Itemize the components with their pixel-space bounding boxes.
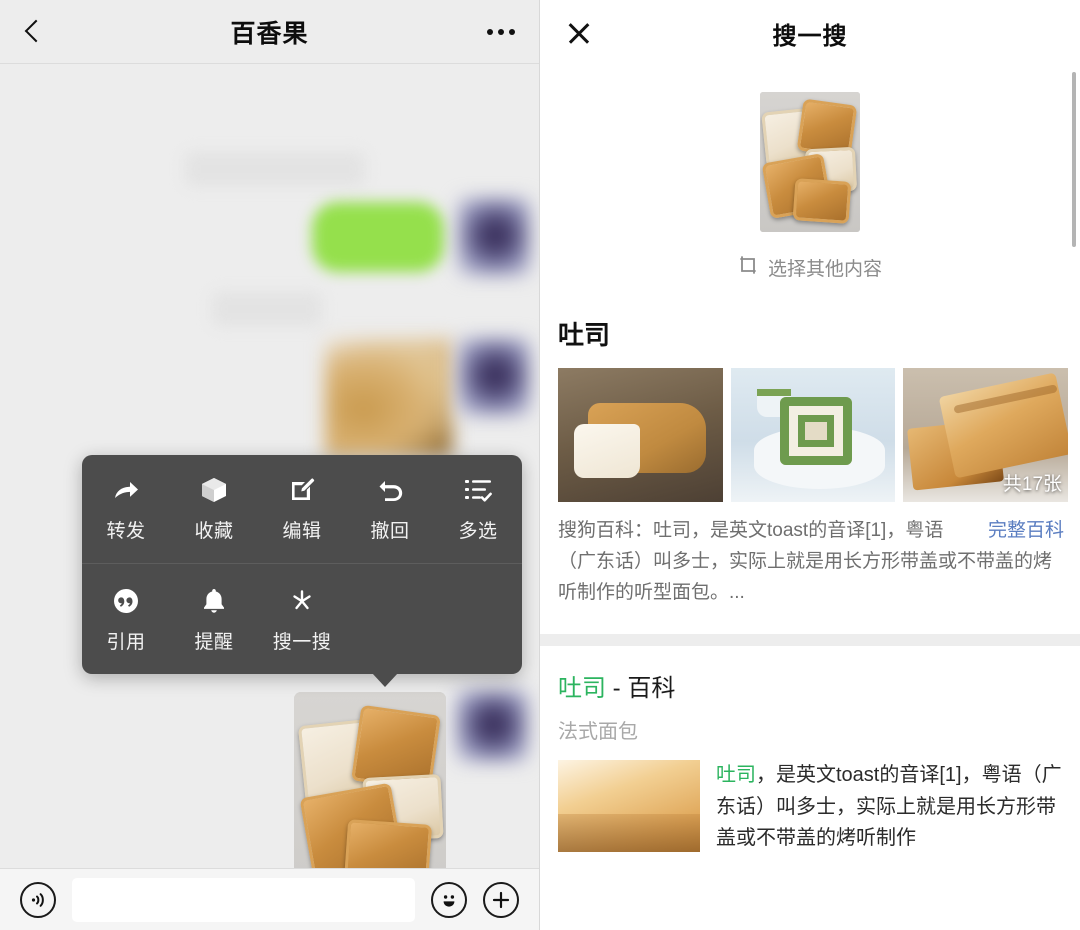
- search-result-item[interactable]: 吐司 - 百科 法式面包 吐司，是英文toast的音译[1]，粤语（广东话）叫多…: [540, 646, 1080, 855]
- section-divider: [540, 634, 1080, 647]
- close-icon[interactable]: [564, 18, 594, 48]
- chat-panel: 百香果 转发 收藏 编辑 撤回 多选 引用 提醒 搜一搜: [0, 0, 540, 930]
- action-remind[interactable]: 提醒: [170, 584, 258, 660]
- quote-bubble-icon: [109, 586, 143, 616]
- result-description-highlight: 吐司: [716, 764, 756, 787]
- thumbnail-item[interactable]: [730, 368, 896, 502]
- snippet-block: 完整百科 搜狗百科：吐司，是英文toast的音译[1]，粤语（广东话）叫多士，实…: [540, 502, 1080, 608]
- search-header: 搜一搜: [540, 0, 1080, 66]
- blurred-message: [212, 292, 322, 326]
- action-search[interactable]: 搜一搜: [258, 584, 346, 660]
- action-label: 撤回: [370, 521, 410, 542]
- bread-loaf-big-art: [558, 760, 700, 853]
- bread-loaf-art: [558, 368, 723, 502]
- blurred-message: [185, 152, 365, 186]
- result-title-rest: - 百科: [606, 675, 676, 703]
- action-label: 转发: [106, 521, 146, 542]
- action-multi-select[interactable]: 多选: [434, 473, 522, 549]
- result-description-rest: ，是英文toast的音译[1]，粤语（广东话）叫多士，实际上就是用长方形带盖或不…: [716, 764, 1062, 850]
- forward-arrow-icon: [109, 475, 143, 505]
- result-title: 吐司 - 百科: [558, 668, 1062, 703]
- section-title: 吐司: [558, 320, 611, 350]
- plus-more-icon[interactable]: [483, 881, 519, 918]
- query-toast-art: [760, 92, 860, 232]
- avatar: [456, 690, 528, 762]
- thumbnail-badge: 共17张: [1002, 474, 1063, 495]
- query-image-block: 选择其他内容: [540, 66, 1080, 281]
- action-label: 编辑: [282, 521, 322, 542]
- action-menu-row-1: 转发 收藏 编辑 撤回 多选: [82, 473, 522, 549]
- thumbnail-row: 共17张: [540, 368, 1080, 502]
- back-chevron-icon[interactable]: [22, 19, 48, 45]
- pick-other-content-label: 选择其他内容: [767, 259, 882, 280]
- chat-message-list: 转发 收藏 编辑 撤回 多选 引用 提醒 搜一搜: [0, 64, 539, 897]
- action-menu-row-2: 引用 提醒 搜一搜: [82, 563, 522, 660]
- emoji-smiley-icon[interactable]: [431, 881, 467, 918]
- message-action-menu: 转发 收藏 编辑 撤回 多选 引用 提醒 搜一搜: [82, 455, 522, 687]
- app-root: 百香果 转发 收藏 编辑 撤回 多选 引用 提醒 搜一搜 搜一搜 选择其他内容 …: [0, 0, 1080, 930]
- result-thumbnail[interactable]: [558, 760, 700, 853]
- more-options-icon[interactable]: [485, 21, 517, 43]
- scrollbar[interactable]: [1072, 72, 1076, 247]
- bell-reminder-icon: [197, 586, 231, 616]
- action-quote[interactable]: 引用: [82, 584, 170, 660]
- action-label: 搜一搜: [272, 632, 332, 653]
- result-title-highlight: 吐司: [558, 675, 606, 703]
- action-edit[interactable]: 编辑: [258, 473, 346, 549]
- blurred-photo-message: [325, 338, 453, 456]
- matcha-toast-art: [730, 368, 896, 502]
- avatar: [458, 338, 530, 416]
- action-label: 收藏: [194, 521, 234, 542]
- chat-input-bar: [0, 868, 539, 930]
- query-image[interactable]: [760, 92, 860, 232]
- voice-message-icon[interactable]: [20, 881, 56, 918]
- box-favorite-icon: [197, 475, 231, 505]
- thumbnail-item[interactable]: 共17张: [903, 368, 1069, 502]
- edit-pencil-icon: [285, 475, 319, 505]
- action-label: 提醒: [194, 632, 234, 653]
- snippet-text: 搜狗百科：吐司，是英文toast的音译[1]，粤语（广东话）叫多士，实际上就是用…: [558, 520, 1053, 603]
- result-body: 吐司，是英文toast的音译[1]，粤语（广东话）叫多士，实际上就是用长方形带盖…: [558, 760, 1062, 855]
- multi-select-list-icon: [461, 475, 495, 505]
- wechat-search-sparkle-icon: [285, 586, 319, 616]
- action-forward[interactable]: 转发: [82, 473, 170, 549]
- search-panel: 搜一搜 选择其他内容 吐司 共17张 完整百科 搜狗百科：吐司，是英文toast…: [540, 0, 1080, 930]
- action-recall[interactable]: 撤回: [346, 473, 434, 549]
- action-favorite[interactable]: 收藏: [170, 473, 258, 549]
- avatar: [458, 198, 530, 276]
- chat-header: 百香果: [0, 0, 539, 64]
- thumbnail-item[interactable]: [558, 368, 723, 502]
- action-label: 多选: [458, 521, 498, 542]
- chat-title: 百香果: [230, 19, 309, 48]
- action-label: 引用: [106, 632, 146, 653]
- crop-frame-icon: [738, 255, 758, 281]
- result-subtitle: 法式面包: [558, 721, 638, 744]
- full-encyclopedia-link[interactable]: 完整百科: [988, 516, 1064, 547]
- pick-other-content-button[interactable]: 选择其他内容: [738, 254, 882, 281]
- photo-message-toast[interactable]: [294, 692, 446, 897]
- message-input[interactable]: [72, 877, 415, 922]
- search-title: 搜一搜: [772, 22, 848, 50]
- blurred-outgoing-bubble: [312, 202, 444, 272]
- toast-photo-art: [294, 692, 446, 897]
- result-description: 吐司，是英文toast的音译[1]，粤语（广东话）叫多士，实际上就是用长方形带盖…: [716, 760, 1062, 855]
- undo-recall-icon: [373, 475, 407, 505]
